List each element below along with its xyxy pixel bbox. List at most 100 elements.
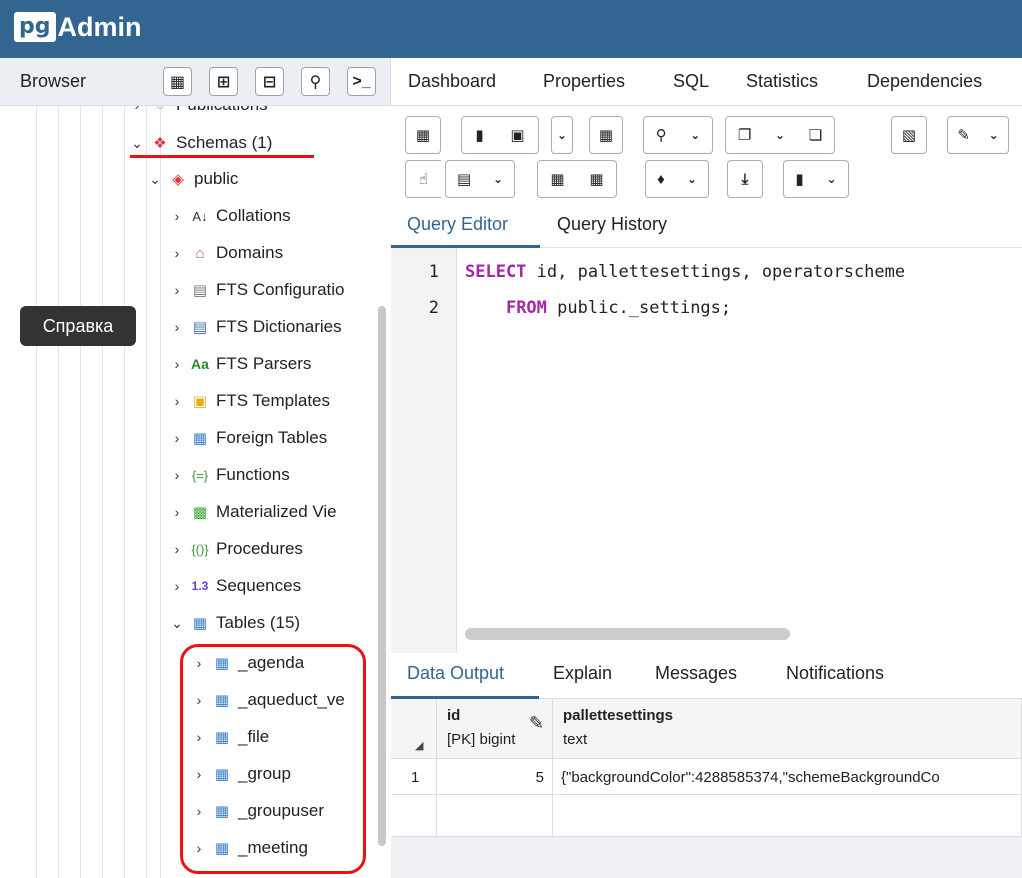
tree-item-fts-templates[interactable]: › ▣ FTS Templates: [166, 384, 330, 418]
empty-row-cell: [437, 795, 553, 837]
code-line-2: FROM public._settings;: [505, 298, 732, 318]
tab-dashboard[interactable]: Dashboard: [408, 71, 496, 92]
object-explorer-button[interactable]: ▦: [163, 67, 192, 96]
tree-item-publications[interactable]: › ○ Publications: [126, 106, 268, 122]
chevron-down-icon[interactable]: ⌄: [775, 128, 785, 142]
tab-data-output[interactable]: Data Output: [407, 663, 504, 684]
sequence-icon: 1.3: [191, 579, 209, 593]
cell-pallettesettings[interactable]: {"backgroundColor":4288585374,"schemeBac…: [553, 759, 1022, 795]
domain-icon: ⌂: [195, 244, 205, 262]
edit-connection-button[interactable]: ▦: [589, 116, 623, 154]
column-header-id[interactable]: id [PK] bigint ✎: [437, 699, 553, 759]
line-gutter: 1 2: [391, 248, 457, 653]
query-toolbar: ▦ ▮ ▣ ⌄ ▦ ⚲ ⌄ ❐ ⌄ ❏ ▧ ✎ ⌄ ☝ ▤ ⌄ ▦ ▦ ♦ ⌄ …: [391, 106, 1022, 206]
editor-horizontal-scrollbar[interactable]: [465, 628, 790, 640]
tree-item-functions[interactable]: › {=} Functions: [166, 458, 290, 492]
schemas-icon: ❖: [153, 135, 167, 152]
download-button[interactable]: ⤓: [727, 160, 763, 198]
query-tool-button[interactable]: ▦: [405, 116, 441, 154]
open-folder-icon[interactable]: ▮: [475, 126, 483, 144]
chevron-right-icon: ›: [174, 356, 180, 372]
macro-icon: ▮: [795, 171, 804, 188]
paste-icon[interactable]: ❏: [809, 126, 822, 144]
chevron-right-icon: ›: [174, 393, 180, 409]
tab-statistics[interactable]: Statistics: [746, 71, 818, 92]
view-data-button[interactable]: ⊞: [209, 67, 238, 96]
fts-parser-icon: Aa: [191, 356, 209, 372]
row-number-cell[interactable]: 1: [391, 759, 437, 795]
logo-text: Admin: [57, 12, 142, 42]
line-number: 1: [428, 262, 439, 282]
rollback-icon[interactable]: ▦: [589, 170, 603, 188]
filtered-rows-button[interactable]: ⊟: [255, 67, 284, 96]
tab-query-editor[interactable]: Query Editor: [407, 214, 508, 235]
chevron-down-icon: ⌄: [171, 614, 183, 631]
tree-guide: [58, 106, 59, 878]
filter-button[interactable]: ☝: [405, 160, 441, 198]
tree-item-materialized-views[interactable]: › ▩ Materialized Vie: [166, 495, 337, 529]
chevron-right-icon: ›: [174, 208, 180, 224]
chevron-down-icon[interactable]: ⌄: [690, 128, 700, 142]
limit-rows-group: ▤ ⌄: [445, 160, 515, 198]
tree-item-domains[interactable]: › ⌂ Domains: [166, 236, 283, 270]
save-dropdown-button[interactable]: ⌄: [551, 116, 573, 154]
tab-explain[interactable]: Explain: [553, 663, 612, 684]
search-icon[interactable]: ⚲: [656, 126, 667, 144]
tab-properties[interactable]: Properties: [543, 71, 625, 92]
tree-guide: [102, 106, 103, 878]
copy-toolbar-group: ❐ ⌄ ❏: [725, 116, 835, 154]
list-icon[interactable]: ▤: [457, 170, 471, 188]
tree-item-public[interactable]: ⌄ ◈ public: [144, 162, 238, 196]
tree-item-sequences[interactable]: › 1.3 Sequences: [166, 569, 301, 603]
macros-dropdown-button[interactable]: ▮ ⌄: [783, 160, 849, 198]
tree-item-foreign-tables[interactable]: › ▦ Foreign Tables: [166, 421, 328, 455]
procedure-icon: {()}: [191, 541, 209, 557]
tables-icon: ▦: [192, 615, 208, 632]
grid-corner[interactable]: ◢: [391, 699, 437, 759]
trash-icon: ▧: [901, 127, 917, 144]
database-icon: ▦: [415, 127, 431, 144]
chevron-right-icon: ›: [174, 467, 180, 483]
tab-messages[interactable]: Messages: [655, 663, 737, 684]
tab-notifications[interactable]: Notifications: [786, 663, 884, 684]
tree-guide: [80, 106, 81, 878]
tree-item-procedures[interactable]: › {()} Procedures: [166, 532, 303, 566]
chevron-down-icon: ⌄: [149, 170, 161, 187]
materialized-view-icon: ▩: [192, 504, 208, 521]
commit-icon[interactable]: ▦: [550, 170, 564, 188]
data-output-grid: ◢ id [PK] bigint ✎ pallettesettings text…: [391, 699, 1022, 878]
tree-item-fts-configurations[interactable]: › ▤ FTS Configuratio: [166, 273, 345, 307]
column-header-pallettesettings[interactable]: pallettesettings text: [553, 699, 1022, 759]
sql-editor[interactable]: 1 2 SELECT id, pallettesettings, operato…: [391, 248, 1022, 653]
database-lock-icon: ▦: [598, 127, 614, 144]
tree-item-tables[interactable]: ⌄ ▦ Tables (15): [166, 606, 300, 640]
tree-item-fts-parsers[interactable]: › Aa FTS Parsers: [166, 347, 312, 381]
psql-tool-button[interactable]: >_: [347, 67, 376, 96]
delete-button[interactable]: ▧: [891, 116, 927, 154]
tree-scrollbar[interactable]: [378, 306, 386, 846]
save-icon[interactable]: ▣: [510, 126, 524, 144]
terminal-icon: >_: [352, 72, 371, 90]
tree-guide: [124, 106, 125, 878]
edit-dropdown-button[interactable]: ✎ ⌄: [947, 116, 1009, 154]
chevron-right-icon: ›: [174, 430, 180, 446]
pencil-icon: ✎: [529, 713, 545, 733]
browser-title: Browser: [20, 71, 87, 91]
tab-sql[interactable]: SQL: [673, 71, 709, 92]
chevron-down-icon: ⌄: [131, 134, 143, 151]
chevron-down-icon: ⌄: [988, 128, 999, 142]
tab-dependencies[interactable]: Dependencies: [867, 71, 982, 92]
clear-dropdown-button[interactable]: ♦ ⌄: [645, 160, 709, 198]
grid-icon: ⊞: [216, 73, 231, 91]
tree-guide: [36, 106, 37, 878]
tree-guide: [160, 106, 161, 878]
search-objects-button[interactable]: ⚲: [301, 67, 330, 96]
cell-id[interactable]: 5: [437, 759, 553, 795]
tree-item-fts-dictionaries[interactable]: › ▤ FTS Dictionaries: [166, 310, 342, 344]
tab-query-history[interactable]: Query History: [557, 214, 667, 235]
copy-icon[interactable]: ❐: [738, 126, 751, 144]
chevron-right-icon: ›: [174, 282, 180, 298]
chevron-down-icon[interactable]: ⌄: [493, 172, 503, 186]
tree-item-collations[interactable]: › A↓ Collations: [166, 199, 291, 233]
download-icon: ⤓: [741, 170, 749, 188]
